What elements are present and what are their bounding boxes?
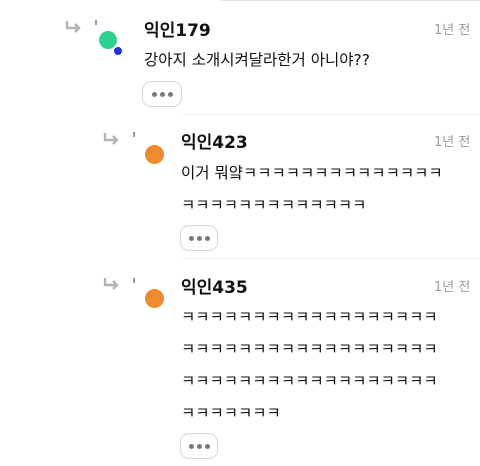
more-options-icon xyxy=(188,443,210,449)
marker-icon xyxy=(95,20,97,25)
reply-arrow-icon xyxy=(103,278,119,290)
top-divider xyxy=(220,0,480,1)
comment-text-line: 이거 뭐얔ㅋㅋㅋㅋㅋㅋㅋㅋㅋㅋㅋㅋㅋㅋ xyxy=(181,164,443,182)
avatar[interactable] xyxy=(145,145,164,164)
online-status-dot xyxy=(114,47,122,55)
timestamp: 1년 전 xyxy=(434,135,471,150)
comment-text: 강아지 소개시켜달라한거 아니야?? xyxy=(144,51,370,69)
more-options-button[interactable] xyxy=(180,433,218,459)
username[interactable]: 익인423 xyxy=(181,133,248,153)
comment-text-line: ㅋㅋㅋㅋㅋㅋㅋㅋㅋㅋㅋㅋㅋ xyxy=(181,196,367,214)
comment-text-line: ㅋㅋㅋㅋㅋㅋㅋㅋㅋㅋㅋㅋㅋㅋㅋㅋㅋㅋ xyxy=(181,308,438,326)
timestamp: 1년 전 xyxy=(434,23,471,38)
comment-text-line: ㅋㅋㅋㅋㅋㅋㅋㅋㅋㅋㅋㅋㅋㅋㅋㅋㅋㅋ xyxy=(181,372,438,390)
avatar[interactable] xyxy=(99,31,117,49)
more-options-button[interactable] xyxy=(142,81,182,107)
more-options-icon xyxy=(188,235,210,241)
comment-text-line: ㅋㅋㅋㅋㅋㅋㅋ xyxy=(181,404,281,422)
username[interactable]: 익인179 xyxy=(144,21,211,41)
more-options-icon xyxy=(151,91,173,97)
timestamp: 1년 전 xyxy=(434,280,471,295)
marker-icon xyxy=(133,132,135,137)
comment-text-line: ㅋㅋㅋㅋㅋㅋㅋㅋㅋㅋㅋㅋㅋㅋㅋㅋㅋㅋ xyxy=(181,340,438,358)
marker-icon xyxy=(133,278,135,283)
username[interactable]: 익인435 xyxy=(181,278,248,298)
comment-divider xyxy=(182,114,480,115)
more-options-button[interactable] xyxy=(180,225,218,251)
avatar[interactable] xyxy=(145,289,164,308)
reply-arrow-icon xyxy=(103,133,119,145)
comment-divider xyxy=(182,258,480,259)
reply-arrow-icon xyxy=(65,21,81,33)
